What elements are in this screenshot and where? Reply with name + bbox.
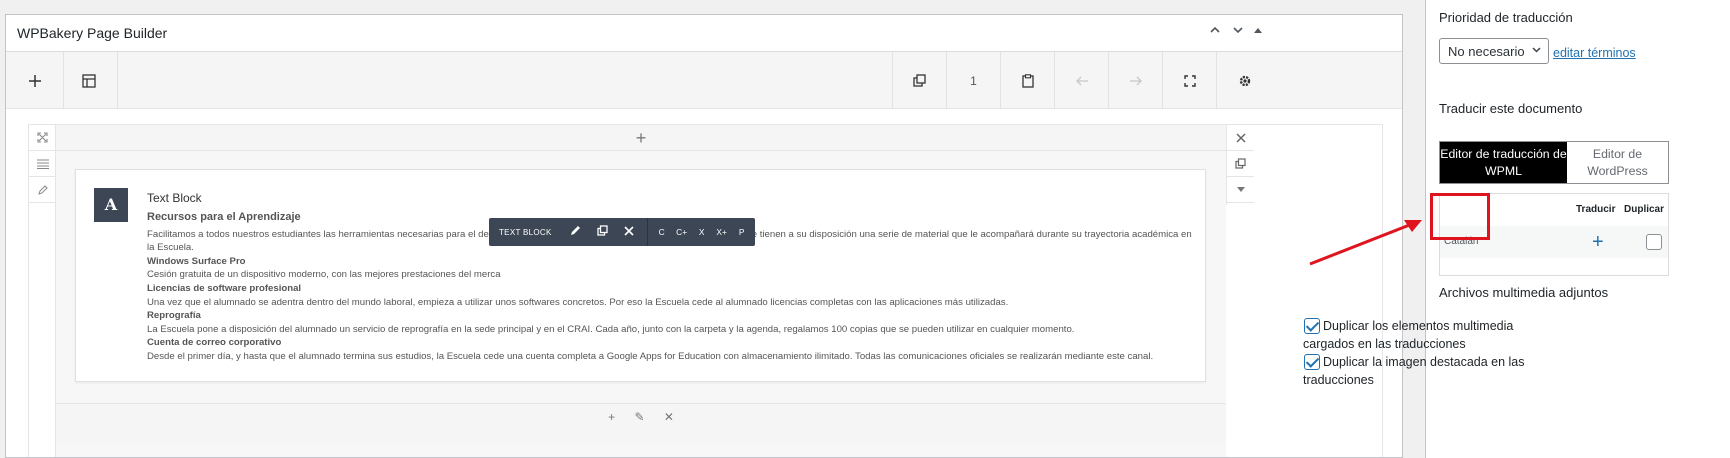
redo-button[interactable] [1108, 52, 1162, 109]
edit-icon[interactable]: ✎ [634, 410, 644, 424]
floatbar-btn-c[interactable]: C [652, 227, 672, 237]
content-paragraphs: Facilitamos a todos nuestros estudiantes… [147, 228, 1197, 364]
column-translate-header: Traducir [1576, 204, 1616, 215]
chevron-down-icon[interactable] [1229, 23, 1247, 41]
column-duplicate-header: Duplicar [1624, 204, 1665, 215]
close-icon[interactable] [1227, 125, 1254, 151]
clipboard-icon [1021, 73, 1034, 88]
priority-select[interactable]: No necesario [1439, 38, 1549, 64]
content-paragraph: La Escuela pone a disposición del alumna… [147, 323, 1075, 335]
row-layout-icon[interactable] [29, 151, 56, 177]
page-counter: 1 [946, 52, 1000, 109]
pencil-icon[interactable] [29, 177, 56, 203]
floatbar-btn-xplus[interactable]: X+ [712, 227, 732, 237]
layout-icon [81, 73, 96, 88]
edit-pencil-icon[interactable] [562, 225, 589, 239]
plus-icon [28, 74, 41, 87]
edit-terms-link[interactable]: editar términos [1553, 46, 1636, 60]
templates-button[interactable] [60, 52, 118, 109]
builder-toolbar: 1 [6, 52, 1402, 109]
undo-button[interactable] [1054, 52, 1108, 109]
element-name: Text Block [147, 191, 202, 205]
row-right-controls [1226, 125, 1254, 205]
red-highlight-box [1430, 193, 1490, 240]
copy-icon [913, 74, 926, 87]
content-paragraph: Una vez que el alumnado se adentra dentr… [147, 296, 1009, 308]
content-paragraph: Desde el primer día, y hasta que el alum… [147, 350, 1154, 362]
settings-button[interactable] [1216, 52, 1272, 109]
panel-header: WPBakery Page Builder [6, 15, 1402, 52]
wpbakery-panel: WPBakery Page Builder 1 + A Text Block R… [5, 14, 1403, 458]
tab-wpml-editor[interactable]: Editor de traducción de WPML [1440, 142, 1567, 183]
fullscreen-icon [1183, 74, 1196, 87]
content-subheading: Reprografía [147, 310, 201, 322]
priority-heading: Prioridad de traducción [1439, 10, 1573, 25]
duplicate-featured-label: Duplicar la imagen destacada en las trad… [1303, 355, 1525, 387]
floatbar-btn-p[interactable]: P [732, 227, 752, 237]
row-controls [29, 125, 56, 457]
editor-tabs: Editor de traducción de WPML Editor de W… [1439, 141, 1669, 184]
row-toggle-icon[interactable] [1227, 177, 1254, 203]
text-block-icon: A [94, 188, 128, 222]
duplicate-media-label: Duplicar los elementos multimedia cargad… [1303, 319, 1514, 351]
remove-icon[interactable]: ✕ [664, 410, 674, 424]
red-arrow-annotation [1309, 220, 1422, 266]
builder-canvas: + A Text Block Recursos para el Aprendiz… [6, 110, 1402, 457]
delete-icon[interactable] [616, 225, 643, 239]
floatbar-label: TEXT BLOCK [499, 227, 552, 237]
move-icon[interactable] [29, 125, 56, 151]
clone-button[interactable] [892, 52, 946, 109]
arrow-left-icon [1075, 76, 1088, 85]
floatbar-btn-cplus[interactable]: C+ [672, 227, 692, 237]
content-subheading: Windows Surface Pro [147, 255, 246, 267]
tab-wordpress-editor[interactable]: Editor de WordPress [1567, 142, 1668, 183]
translate-heading: Traducir este documento [1439, 101, 1583, 116]
panel-title: WPBakery Page Builder [17, 25, 168, 41]
duplicate-checkbox[interactable] [1646, 234, 1662, 250]
content-subheading: Licencias de software profesional [147, 282, 302, 294]
add-element-button[interactable] [6, 52, 64, 109]
gear-icon [1239, 75, 1250, 86]
floatbar-divider [646, 218, 648, 246]
clone-icon[interactable] [589, 225, 616, 239]
content-paragraph: Cesión gratuita de un dispositivo modern… [147, 269, 501, 281]
row-clone-icon[interactable] [1227, 151, 1254, 177]
arrow-right-icon [1129, 76, 1142, 85]
media-heading: Archivos multimedia adjuntos [1439, 285, 1609, 300]
chevron-down-icon [1531, 44, 1542, 58]
text-block-element[interactable]: A Text Block Recursos para el Aprendizaj… [75, 169, 1206, 382]
floatbar-btn-x[interactable]: X [692, 227, 712, 237]
add-icon[interactable]: + [608, 410, 615, 424]
add-translation-button[interactable]: + [1592, 231, 1604, 254]
column-bottom-controls: + ✎ ✕ [56, 403, 1226, 443]
triangle-up-icon[interactable] [1249, 23, 1267, 41]
paste-button[interactable] [1000, 52, 1054, 109]
priority-value: No necesario [1448, 44, 1525, 59]
fullscreen-button[interactable] [1162, 52, 1216, 109]
content-subheading: Cuenta de correo corporativo [147, 337, 282, 349]
column-add-button[interactable]: + [56, 125, 1226, 151]
chevron-up-icon[interactable] [1206, 23, 1224, 41]
row-container: + A Text Block Recursos para el Aprendiz… [28, 124, 1383, 457]
element-floating-toolbar: TEXT BLOCK C C+ X X+ P [489, 218, 755, 246]
